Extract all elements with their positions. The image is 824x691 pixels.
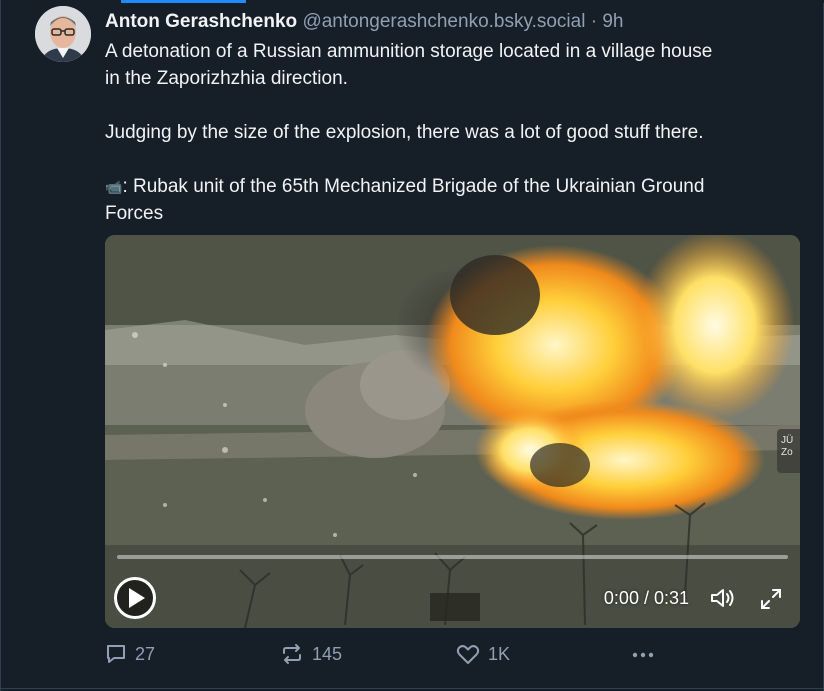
repost-count: 145 [312,643,343,664]
bottom-divider [1,688,824,689]
video-player[interactable]: JÜ Zo 0:00 / 0:31 [105,235,800,628]
camera-icon: 📹 [105,179,123,195]
fullscreen-icon[interactable] [759,587,783,611]
post-text-line-1: A detonation of a Russian ammunition sto… [105,41,713,62]
ellipsis-icon [632,652,654,658]
heart-icon [456,645,480,664]
post-header: Anton Gerashchenko @antongerashchenko.bs… [105,10,805,34]
repost-icon [283,644,301,664]
post-text-line-3: Judging by the size of the explosion, th… [105,122,704,143]
post-text-line-4-content: : Rubak unit of the 65th Mechanized Brig… [122,176,705,197]
top-divider [1,0,824,3]
post-actions: 27 145 1K [105,640,805,668]
avatar-image [35,6,91,62]
like-button[interactable]: 1K [456,640,510,668]
reply-button[interactable]: 27 [105,640,155,668]
author-name[interactable]: Anton Gerashchenko [105,11,297,32]
play-button[interactable] [114,577,156,619]
post-text-line-4: 📹: Rubak unit of the 65th Mechanized Bri… [105,173,805,201]
reply-icon [107,645,125,663]
avatar[interactable] [35,6,91,62]
video-progress-bar[interactable] [117,555,788,559]
volume-icon[interactable] [709,586,737,610]
header-separator: · [590,11,598,32]
more-options-button[interactable] [630,640,656,668]
video-frame [105,235,800,628]
post-text-line-5: Forces [105,203,164,224]
reply-count: 27 [135,643,156,664]
like-count: 1K [488,643,511,664]
post-card: Anton Gerashchenko @antongerashchenko.bs… [0,0,824,691]
post-time[interactable]: 9h [602,11,623,32]
author-handle[interactable]: @antongerashchenko.bsky.social [302,11,585,32]
video-watermark-badge: JÜ Zo [777,429,800,473]
video-time-readout: 0:00 / 0:31 [603,588,689,608]
post-text-line-2: in the Zaporizhzhia direction. [105,68,348,89]
repost-button[interactable]: 145 [280,640,342,668]
